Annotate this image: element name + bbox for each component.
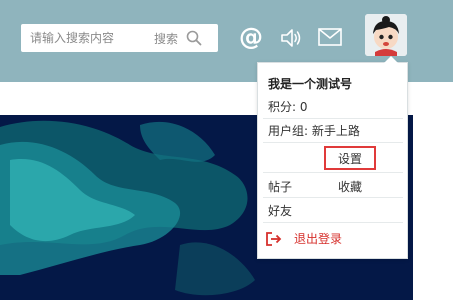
- mail-icon[interactable]: [317, 26, 343, 48]
- points-text: 积分: 0: [268, 100, 308, 114]
- avatar[interactable]: [365, 14, 407, 56]
- search-input[interactable]: [21, 24, 151, 52]
- user-dropdown-menu: 我是一个测试号 积分: 0 用户组: 新手上路 设置 帖子 收藏 好友 退出登录: [257, 56, 408, 259]
- logout-link[interactable]: 退出登录: [266, 230, 342, 247]
- posts-link[interactable]: 帖子: [268, 178, 292, 195]
- divider: [263, 197, 403, 198]
- search-button[interactable]: 搜索: [154, 24, 216, 52]
- settings-link[interactable]: 设置: [324, 146, 376, 170]
- divider: [263, 142, 403, 143]
- search-button-label: 搜索: [154, 31, 179, 46]
- divider: [263, 172, 403, 173]
- divider: [263, 118, 403, 119]
- logout-icon: [266, 231, 282, 246]
- at-glyph: @: [239, 23, 263, 51]
- search-icon: [186, 30, 202, 46]
- user-group-text: 用户组: 新手上路: [268, 124, 360, 138]
- sound-icon[interactable]: [277, 24, 305, 52]
- favorites-link[interactable]: 收藏: [338, 178, 362, 195]
- dropdown-caret: [384, 56, 398, 63]
- dropdown-username: 我是一个测试号: [268, 77, 353, 91]
- divider: [263, 222, 403, 223]
- settings-label: 设置: [337, 151, 362, 166]
- speaker-icon: [281, 29, 301, 47]
- avatar-cartoon-icon: [365, 14, 407, 56]
- friends-link[interactable]: 好友: [268, 202, 292, 219]
- envelope-icon: [318, 28, 342, 46]
- search-box: 搜索: [21, 24, 218, 52]
- at-icon[interactable]: @: [236, 22, 266, 52]
- logout-label: 退出登录: [294, 232, 343, 246]
